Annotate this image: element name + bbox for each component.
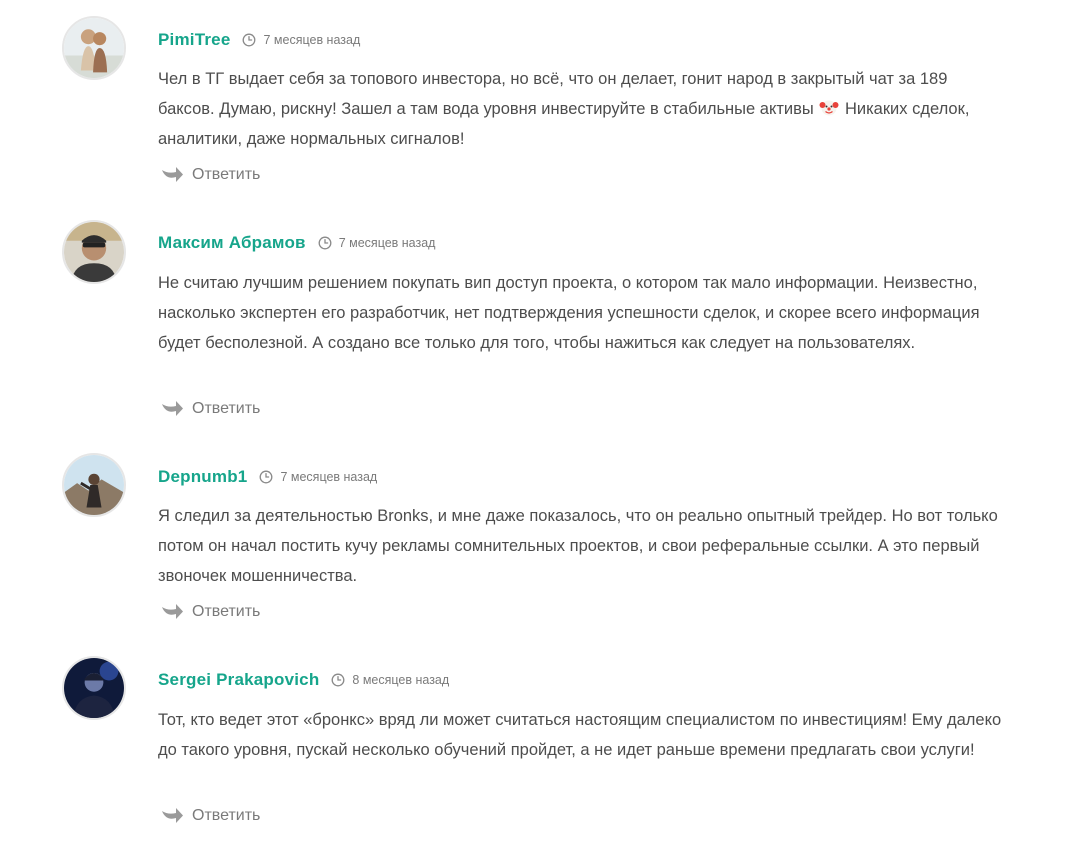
- comment-text: Я следил за деятельностью Bronks, и мне …: [158, 507, 998, 585]
- clock-icon: [243, 33, 256, 47]
- clock-icon: [318, 236, 332, 250]
- avatar[interactable]: [62, 453, 126, 517]
- reply-button[interactable]: Ответить: [160, 603, 260, 621]
- comment-author[interactable]: PimiTree: [158, 30, 230, 50]
- reply-label: Ответить: [192, 400, 261, 417]
- avatar-image: [64, 18, 124, 78]
- reply-button[interactable]: Ответить: [160, 166, 260, 184]
- comment-text: Не считаю лучшим решением покупать вип д…: [158, 274, 980, 352]
- avatar-image: [64, 658, 124, 718]
- avatar-image: [64, 222, 124, 282]
- avatar-image: [64, 455, 124, 515]
- reply-arrow-icon: [162, 604, 183, 619]
- reply-arrow-icon: [162, 167, 183, 182]
- comment-meta: Максим Абрамов 7 месяцев назад: [158, 231, 435, 255]
- comment-author[interactable]: Depnumb1: [158, 467, 247, 487]
- comment-meta: PimiTree 7 месяцев назад: [158, 28, 360, 52]
- avatar[interactable]: [62, 656, 126, 720]
- comment-time: 7 месяцев назад: [318, 236, 436, 250]
- reply-button[interactable]: Ответить: [160, 400, 260, 418]
- reply-button[interactable]: Ответить: [160, 807, 260, 825]
- reply-label: Ответить: [192, 807, 261, 824]
- comment-text: Чел в ТГ выдает себя за топового инвесто…: [158, 64, 1008, 154]
- comment-time: 8 месяцев назад: [331, 673, 449, 687]
- comment-meta: Sergei Prakapovich 8 месяцев назад: [158, 668, 449, 692]
- comment-time-label: 7 месяцев назад: [280, 470, 378, 484]
- reply-arrow-icon: [162, 401, 183, 416]
- comment-time-label: 8 месяцев назад: [352, 673, 450, 687]
- reply-arrow-icon: [162, 808, 183, 823]
- avatar[interactable]: [62, 16, 126, 80]
- avatar[interactable]: [62, 220, 126, 284]
- comment-author[interactable]: Максим Абрамов: [158, 233, 306, 253]
- comment-time-label: 7 месяцев назад: [338, 236, 436, 250]
- comment-author[interactable]: Sergei Prakapovich: [158, 670, 319, 690]
- reply-label: Ответить: [192, 166, 261, 183]
- clock-icon: [331, 673, 345, 687]
- clock-icon: [260, 470, 273, 484]
- comment-time-label: 7 месяцев назад: [263, 33, 361, 47]
- clown-face-emoji: [819, 100, 839, 116]
- comment-time: 7 месяцев назад: [242, 33, 360, 47]
- reply-label: Ответить: [192, 603, 261, 620]
- comment-time: 7 месяцев назад: [259, 470, 377, 484]
- comment-text: Тот, кто ведет этот «бронкс» вряд ли мож…: [158, 711, 1002, 759]
- comment-meta: Depnumb1 7 месяцев назад: [158, 465, 377, 489]
